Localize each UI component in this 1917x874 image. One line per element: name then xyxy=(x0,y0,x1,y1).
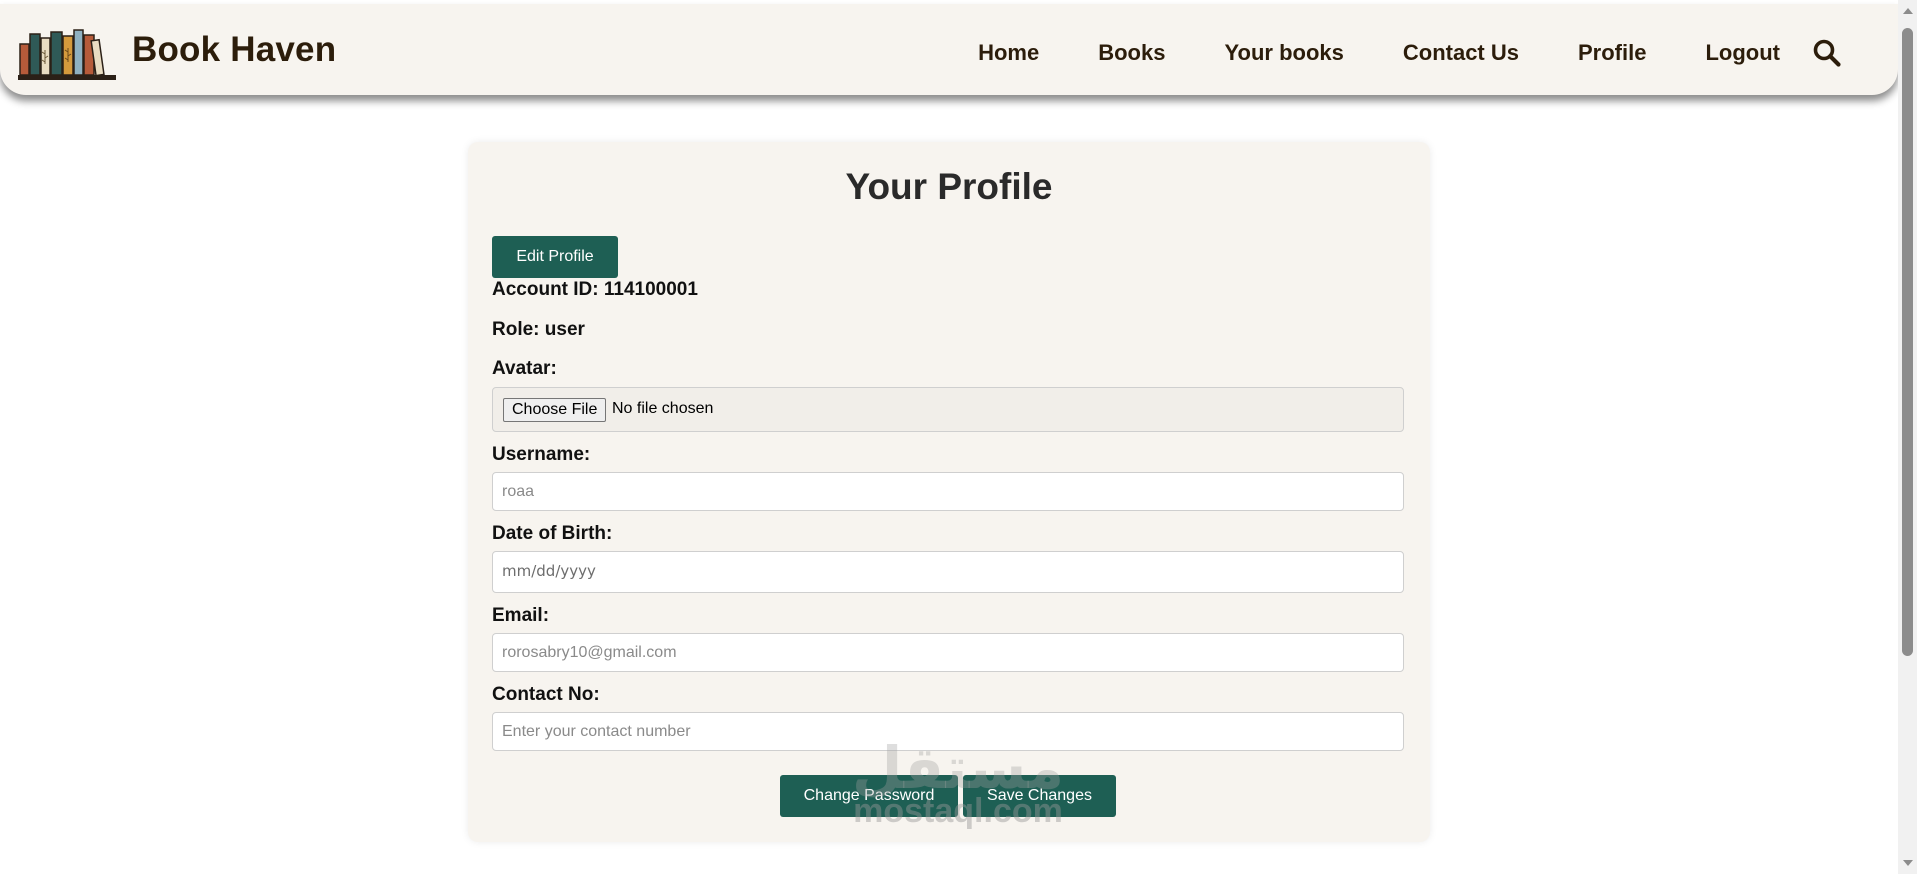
nav-contact-us[interactable]: Contact Us xyxy=(1403,40,1519,66)
contact-label: Contact No: xyxy=(492,684,600,705)
role: Role: user xyxy=(492,319,585,340)
navbar: Book Haven Home Books Your books Contact… xyxy=(0,4,1898,95)
page: Book Haven Home Books Your books Contact… xyxy=(0,0,1898,874)
nav-profile[interactable]: Profile xyxy=(1578,40,1646,66)
bookshelf-icon xyxy=(18,29,116,80)
scroll-down-arrow-icon[interactable] xyxy=(1903,860,1913,866)
choose-file-button[interactable]: Choose File xyxy=(503,398,607,422)
profile-card: Your Profile Edit Profile Account ID: 11… xyxy=(468,142,1430,842)
edit-profile-button[interactable]: Edit Profile xyxy=(492,236,618,278)
dob-label: Date of Birth: xyxy=(492,523,613,544)
nav-your-books[interactable]: Your books xyxy=(1224,40,1343,66)
email-input[interactable] xyxy=(492,633,1404,672)
contact-input[interactable] xyxy=(492,712,1404,751)
nav-books[interactable]: Books xyxy=(1098,40,1165,66)
scroll-thumb[interactable] xyxy=(1902,28,1913,656)
search-icon[interactable] xyxy=(1812,38,1842,68)
scroll-up-arrow-icon[interactable] xyxy=(1903,8,1913,14)
nav-home[interactable]: Home xyxy=(978,40,1039,66)
vertical-scrollbar[interactable] xyxy=(1898,0,1917,874)
brand-name[interactable]: Book Haven xyxy=(132,30,336,70)
save-changes-button[interactable]: Save Changes xyxy=(963,775,1116,817)
main-nav: Home Books Your books Contact Us Profile… xyxy=(919,40,1780,66)
avatar-file-input[interactable]: Choose File No file chosen xyxy=(492,387,1404,432)
username-label: Username: xyxy=(492,444,591,465)
email-label: Email: xyxy=(492,605,550,626)
nav-logout[interactable]: Logout xyxy=(1705,40,1780,66)
page-title: Your Profile xyxy=(845,166,1053,207)
change-password-button[interactable]: Change Password xyxy=(780,775,958,817)
account-id: Account ID: 114100001 xyxy=(492,279,698,300)
avatar-label: Avatar: xyxy=(492,358,557,379)
username-input[interactable] xyxy=(492,472,1404,511)
file-status: No file chosen xyxy=(612,400,714,417)
dob-input[interactable] xyxy=(492,551,1404,593)
